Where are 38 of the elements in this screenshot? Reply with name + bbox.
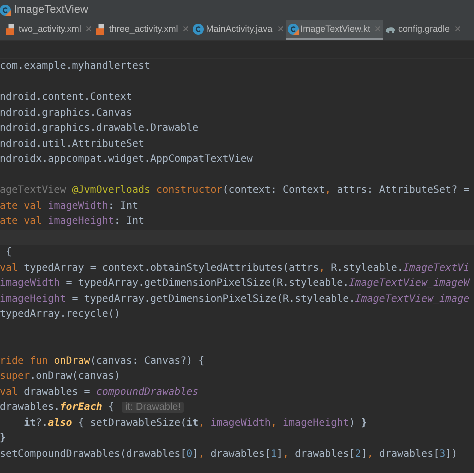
editor-tab[interactable]: ImageTextView.kt (286, 20, 384, 40)
code-line: super.onDraw(canvas) (0, 371, 120, 382)
code-line: { (5, 247, 12, 258)
editor-tab[interactable]: two_activity.xml (4, 20, 94, 40)
code-line: drawables.forEach { (0, 402, 116, 414)
class-icon (193, 24, 204, 34)
code-line: typedArray.recycle() (0, 309, 120, 320)
close-icon[interactable] (86, 26, 92, 32)
xml-file-icon (6, 24, 17, 34)
close-icon[interactable] (375, 26, 382, 32)
code-line: ndroid.graphics.drawable.Drawable (0, 123, 199, 134)
code-line: ride fun onDraw(canvas: Canvas?) { (0, 356, 205, 367)
type-hint: it: Drawable! (122, 402, 184, 414)
code-line: ndroid.graphics.Canvas (0, 108, 132, 119)
close-icon[interactable] (455, 26, 461, 32)
kotlin-class-icon (288, 24, 299, 34)
code-line: ate val imageWidth: Int (0, 200, 138, 212)
code-line: imageHeight = typedArray.getDimensionPixelSize(R.styleable.ImageTextView_image (0, 294, 470, 305)
code-line: val drawables = compoundDrawables (0, 386, 199, 398)
code-line: ndroid.content.Context (0, 92, 132, 104)
code-line: val typedArray = context.obtainStyledAttributes(attrs, R.styleable.ImageTextVi (0, 262, 470, 274)
kotlin-class-icon (0, 4, 11, 16)
code-line: ndroid.util.AttributeSet (0, 138, 144, 150)
code-line: it?.also { setDrawableSize(it, imageWidth, imageHeight) } (23, 418, 368, 429)
window-title: ImageTextView (14, 4, 88, 16)
code-line: imageWidth = typedArray.getDimensionPixelSize(R.styleable.ImageTextView_imageW (0, 278, 470, 290)
code-line: } (0, 433, 6, 444)
close-icon[interactable] (278, 26, 284, 32)
code-line: ate val imageHeight: Int (0, 216, 145, 228)
code-line: ageTextView @JvmOverloads constructor(context: Context, attrs: AttributeSet? = (0, 185, 470, 196)
editor-tab[interactable]: MainActivity.java (191, 20, 286, 40)
xml-file-icon (96, 24, 108, 34)
editor-tab[interactable]: three_activity.xml (94, 20, 192, 40)
editor-tab[interactable]: config.gradle (383, 20, 463, 40)
close-icon[interactable] (183, 26, 190, 32)
code-line: com.example.myhandlertest (0, 61, 151, 72)
code-line: setCompoundDrawables(drawables[0], drawables[1], drawables[2], drawables[3]) (0, 448, 458, 460)
code-line: ndroidx.appcompat.widget.AppCompatTextView (0, 154, 253, 166)
